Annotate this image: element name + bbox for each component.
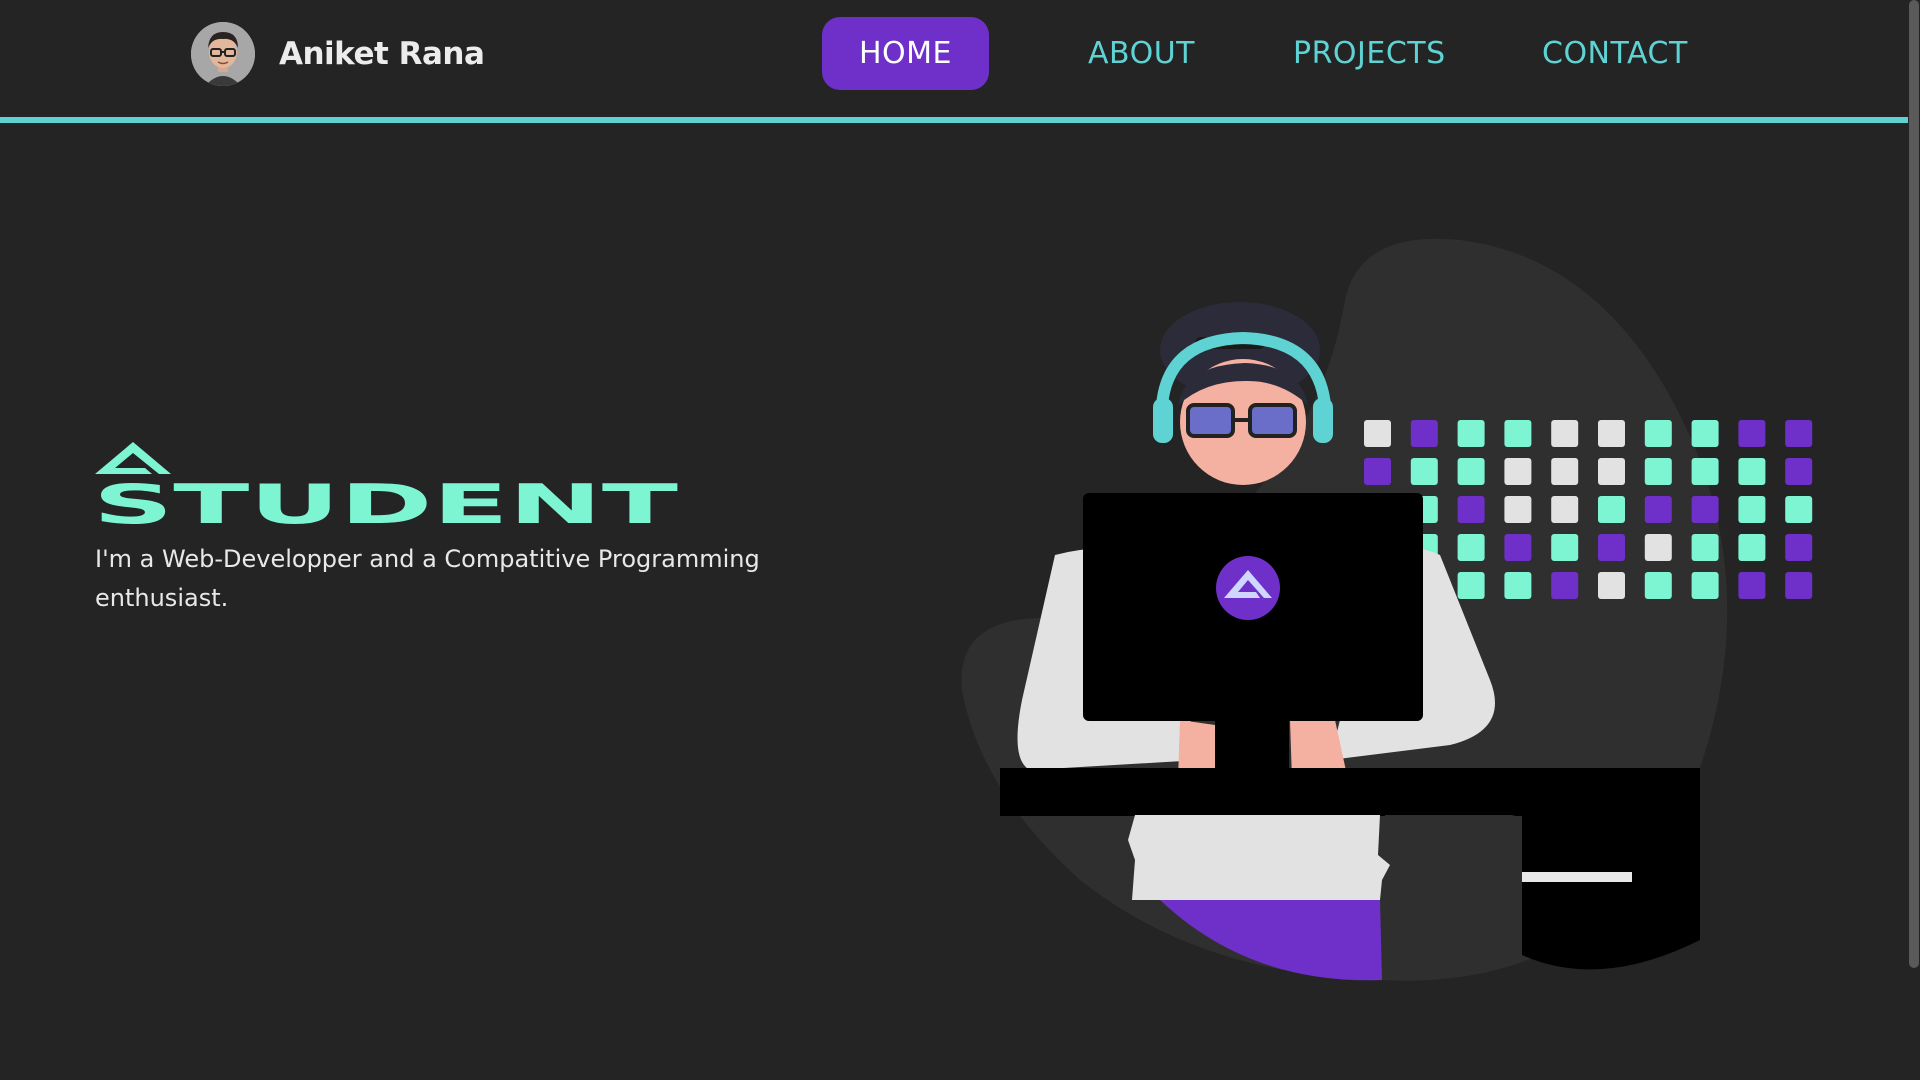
dot-square [1738, 534, 1766, 561]
hero-subtitle: I'm a Web-Developper and a Compatitive P… [95, 545, 760, 612]
avatar [191, 22, 255, 86]
dot-square [1457, 458, 1485, 485]
nav-projects[interactable]: PROJECTS [1293, 17, 1446, 90]
dot-square [1644, 534, 1672, 561]
dot-square [1551, 572, 1579, 599]
dot-square [1551, 458, 1579, 485]
dot-square [1738, 496, 1766, 523]
developer-illustration [961, 238, 1813, 981]
dot-square [1644, 496, 1672, 523]
avatar-image [191, 22, 255, 86]
dot-square [1785, 534, 1813, 561]
dot-square [1691, 420, 1719, 447]
dot-square [1457, 420, 1485, 447]
dot-square [1644, 420, 1672, 447]
brand[interactable]: Aniket Rana [191, 20, 485, 88]
dot-square [1785, 458, 1813, 485]
dot-square [1644, 458, 1672, 485]
dot-square [1738, 420, 1766, 447]
brand-name: Aniket Rana [279, 36, 485, 72]
dot-square [1691, 496, 1719, 523]
dot-square [1598, 572, 1625, 599]
nav-home[interactable]: HOME [822, 17, 989, 90]
dot-square [1644, 572, 1672, 599]
dot-square [1598, 496, 1625, 523]
hero-text: STUDENT I'm a Web-Developper and a Compa… [93, 440, 793, 618]
dot-square [1551, 496, 1579, 523]
dot-square [1410, 420, 1438, 447]
navbar: Aniket Rana HOME ABOUT PROJECTS CONTACT [0, 0, 1908, 117]
nav-divider [0, 117, 1908, 123]
svg-text:STUDENT: STUDENT [93, 482, 678, 526]
dot-square [1598, 458, 1625, 485]
dot-square [1504, 572, 1532, 599]
dot-square [1504, 496, 1532, 523]
dot-square [1598, 420, 1625, 447]
dot-square [1691, 534, 1719, 561]
dot-square [1364, 420, 1391, 447]
dot-square [1551, 420, 1579, 447]
dot-square [1691, 458, 1719, 485]
dot-square [1738, 572, 1766, 599]
dot-square [1785, 496, 1813, 523]
hero-title: STUDENT [93, 482, 678, 526]
dot-square [1785, 420, 1813, 447]
nav-contact[interactable]: CONTACT [1542, 17, 1688, 90]
dot-square [1457, 572, 1485, 599]
dot-square [1551, 534, 1579, 561]
dot-square [1457, 534, 1485, 561]
scrollbar-thumb[interactable] [1909, 0, 1919, 968]
dot-square [1738, 458, 1766, 485]
dot-square [1785, 572, 1813, 599]
dot-square [1457, 496, 1485, 523]
dot-square [1504, 420, 1532, 447]
dot-square [1504, 534, 1532, 561]
nav-about[interactable]: ABOUT [1088, 17, 1195, 90]
dot-square [1410, 458, 1438, 485]
dot-square [1364, 458, 1391, 485]
scrollbar[interactable] [1908, 0, 1920, 1080]
roof-logo-icon [95, 442, 171, 474]
dot-square [1598, 534, 1625, 561]
dot-square [1504, 458, 1532, 485]
dot-square [1691, 572, 1719, 599]
